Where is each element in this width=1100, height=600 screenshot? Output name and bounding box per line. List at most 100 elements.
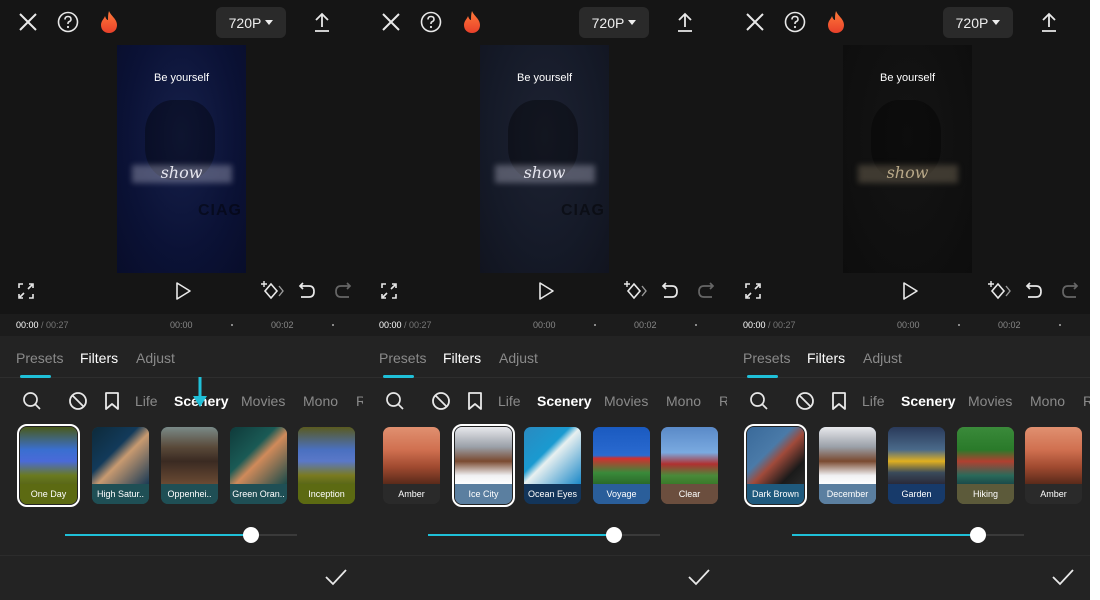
no-filter-icon[interactable] (795, 391, 815, 411)
undo-icon[interactable] (659, 280, 681, 302)
tab-presets[interactable]: Presets (16, 350, 63, 366)
category-movies[interactable]: Movies (241, 393, 285, 409)
category-more[interactable]: R (356, 393, 363, 409)
tab-adjust[interactable]: Adjust (499, 350, 538, 366)
filter-item[interactable]: One Day (17, 424, 80, 507)
filter-item[interactable]: Dark Brown (744, 424, 807, 507)
tab-presets[interactable]: Presets (743, 350, 790, 366)
category-more[interactable]: R (719, 393, 727, 409)
play-icon[interactable] (899, 280, 921, 302)
confirm-check-icon[interactable] (325, 568, 347, 590)
help-icon[interactable] (419, 10, 443, 34)
close-icon[interactable] (379, 10, 403, 34)
fire-icon[interactable] (461, 9, 483, 35)
bookmark-icon[interactable] (829, 391, 849, 411)
filter-item[interactable]: Voyage (593, 427, 650, 504)
search-icon[interactable] (22, 391, 42, 411)
filter-item[interactable]: Inception (298, 427, 355, 504)
tab-presets[interactable]: Presets (379, 350, 426, 366)
category-movies[interactable]: Movies (604, 393, 648, 409)
slider-handle[interactable] (242, 527, 259, 543)
filter-item[interactable]: Ice City (452, 424, 515, 507)
filter-item[interactable]: High Satur.. (92, 427, 149, 504)
bookmark-icon[interactable] (102, 391, 122, 411)
help-icon[interactable] (783, 10, 807, 34)
filter-item[interactable]: Ocean Eyes (524, 427, 581, 504)
category-movies[interactable]: Movies (968, 393, 1012, 409)
filter-item[interactable]: December (819, 427, 876, 504)
category-life[interactable]: Life (862, 393, 885, 409)
filter-thumbnail (383, 427, 440, 484)
intensity-slider[interactable] (792, 526, 1024, 544)
filter-label: Garden (888, 484, 945, 504)
export-icon[interactable] (310, 10, 334, 34)
export-icon[interactable] (673, 10, 697, 34)
filter-item[interactable]: Amber (1025, 427, 1082, 504)
category-scenery[interactable]: Scenery (901, 393, 955, 409)
export-icon[interactable] (1037, 10, 1061, 34)
bookmark-icon[interactable] (465, 391, 485, 411)
no-filter-icon[interactable] (68, 391, 88, 411)
undo-icon[interactable] (296, 280, 318, 302)
resolution-dropdown[interactable]: 720P (216, 7, 286, 38)
filter-item[interactable]: Oppenhei.. (161, 427, 218, 504)
tab-filters[interactable]: Filters (807, 350, 845, 366)
slider-fill (428, 534, 614, 536)
category-mono[interactable]: Mono (303, 393, 338, 409)
tab-filters[interactable]: Filters (80, 350, 118, 366)
resolution-value: 720P (228, 14, 262, 31)
category-mono[interactable]: Mono (1030, 393, 1065, 409)
keyframe-icon[interactable] (623, 279, 649, 303)
keyframe-icon[interactable] (987, 279, 1013, 303)
filter-item[interactable]: Garden (888, 427, 945, 504)
redo-icon[interactable] (332, 280, 354, 302)
tab-adjust[interactable]: Adjust (863, 350, 902, 366)
redo-icon[interactable] (1059, 280, 1081, 302)
fire-icon[interactable] (825, 9, 847, 35)
filter-item[interactable]: Green Oran.. (230, 427, 287, 504)
fullscreen-icon[interactable] (743, 281, 763, 301)
fullscreen-icon[interactable] (16, 281, 36, 301)
help-icon[interactable] (56, 10, 80, 34)
resolution-dropdown[interactable]: 720P (579, 7, 649, 38)
fire-icon[interactable] (98, 9, 120, 35)
fullscreen-icon[interactable] (379, 281, 399, 301)
play-icon[interactable] (172, 280, 194, 302)
slider-handle[interactable] (605, 527, 622, 543)
confirm-check-icon[interactable] (688, 568, 710, 590)
tab-adjust[interactable]: Adjust (136, 350, 175, 366)
play-icon[interactable] (535, 280, 557, 302)
close-icon[interactable] (16, 10, 40, 34)
search-icon[interactable] (749, 391, 769, 411)
close-icon[interactable] (743, 10, 767, 34)
intensity-slider[interactable] (428, 526, 660, 544)
filter-item[interactable]: Hiking (957, 427, 1014, 504)
keyframe-icon[interactable] (260, 279, 286, 303)
category-life[interactable]: Life (135, 393, 158, 409)
confirm-check-icon[interactable] (1052, 568, 1074, 590)
category-scenery[interactable]: Scenery (537, 393, 591, 409)
video-preview[interactable]: Be yourself show (843, 45, 972, 273)
no-filter-icon[interactable] (431, 391, 451, 411)
resolution-dropdown[interactable]: 720P (943, 7, 1013, 38)
timeline-ruler[interactable]: 00:00 / 00:27 00:00 00:02 (727, 314, 1090, 336)
intensity-slider[interactable] (65, 526, 297, 544)
category-life[interactable]: Life (498, 393, 521, 409)
timeline-ruler[interactable]: 00:00 / 00:27 00:00 00:02 (0, 314, 363, 336)
filter-thumbnail (524, 427, 581, 484)
redo-icon[interactable] (695, 280, 717, 302)
timeline-ruler[interactable]: 00:00 / 00:27 00:00 00:02 (363, 314, 727, 336)
filter-item[interactable]: Amber (383, 427, 440, 504)
category-more[interactable]: R (1083, 393, 1090, 409)
category-mono[interactable]: Mono (666, 393, 701, 409)
video-preview[interactable]: Be yourself show CIAG (117, 45, 246, 273)
tab-filters[interactable]: Filters (443, 350, 481, 366)
slider-handle[interactable] (969, 527, 986, 543)
search-icon[interactable] (385, 391, 405, 411)
time-marker: 00:00 (897, 320, 920, 330)
time-marker: 00:00 (170, 320, 193, 330)
time-marker: 00:02 (634, 320, 657, 330)
video-preview[interactable]: Be yourself show CIAG (480, 45, 609, 273)
filter-item[interactable]: Clear (661, 427, 718, 504)
undo-icon[interactable] (1023, 280, 1045, 302)
